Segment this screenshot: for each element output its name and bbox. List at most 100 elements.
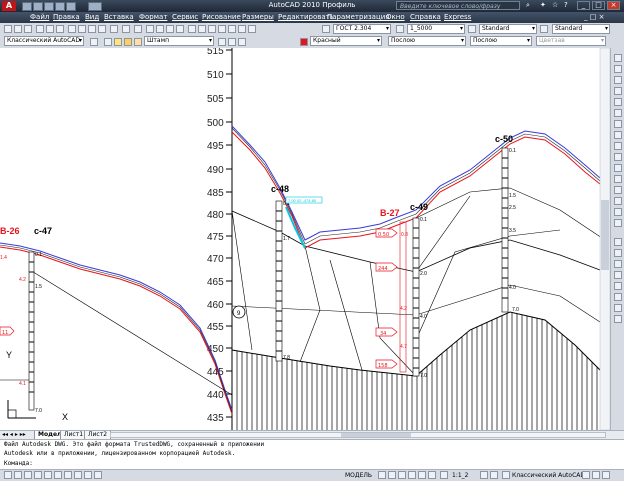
- zoom-previous-icon[interactable]: [176, 25, 184, 33]
- color-select[interactable]: Красный: [310, 36, 382, 46]
- layer-tool-icon[interactable]: [614, 304, 622, 312]
- menu-modify[interactable]: Редактировать: [278, 13, 334, 21]
- menu-help[interactable]: Справка: [410, 13, 441, 21]
- cut-icon[interactable]: [68, 25, 76, 33]
- move-icon[interactable]: [614, 109, 622, 117]
- extend-icon[interactable]: [614, 164, 622, 172]
- table-style-icon[interactable]: [468, 25, 476, 33]
- break-icon[interactable]: [614, 175, 622, 183]
- quickcalc-icon[interactable]: [238, 25, 246, 33]
- horizontal-scrollbar[interactable]: [110, 432, 606, 438]
- linetype-select[interactable]: Послою: [388, 36, 466, 46]
- steering-wheel-icon[interactable]: [418, 471, 426, 479]
- layer-freeze-icon[interactable]: [124, 38, 132, 46]
- status-toggle-icon[interactable]: [44, 471, 52, 479]
- zoom-realtime-icon[interactable]: [156, 25, 164, 33]
- layer-previous-icon[interactable]: [228, 38, 236, 46]
- annotation-visibility-icon[interactable]: [480, 471, 488, 479]
- close-button[interactable]: ×: [607, 1, 620, 10]
- layer-tool-icon[interactable]: [614, 271, 622, 279]
- paste-icon[interactable]: [88, 25, 96, 33]
- scrollbar-thumb[interactable]: [601, 200, 609, 270]
- layer-tool-icon[interactable]: [614, 249, 622, 257]
- sheet-set-icon[interactable]: [218, 25, 226, 33]
- dim-style-icon[interactable]: [396, 25, 404, 33]
- redo-icon[interactable]: [134, 25, 142, 33]
- annotation-scale-icon[interactable]: [440, 471, 448, 479]
- scale-icon[interactable]: [614, 131, 622, 139]
- layer-tool-icon[interactable]: [614, 293, 622, 301]
- tool-palettes-icon[interactable]: [208, 25, 216, 33]
- dim-style-select[interactable]: 1_5000: [407, 24, 465, 34]
- status-toggle-icon[interactable]: [94, 471, 102, 479]
- layer-on-icon[interactable]: [114, 38, 122, 46]
- annotation-scale-value[interactable]: 1:1_2: [452, 472, 468, 479]
- copy-icon[interactable]: [78, 25, 86, 33]
- design-center-icon[interactable]: [198, 25, 206, 33]
- table-style-select[interactable]: Standard: [479, 24, 537, 34]
- menu-edit[interactable]: Правка: [53, 13, 80, 21]
- layer-tool-icon[interactable]: [614, 282, 622, 290]
- array-icon[interactable]: [614, 98, 622, 106]
- layer-states-icon[interactable]: [238, 38, 246, 46]
- markup-icon[interactable]: [228, 25, 236, 33]
- stretch-icon[interactable]: [614, 142, 622, 150]
- status-toggle-icon[interactable]: [64, 471, 72, 479]
- preview-icon[interactable]: [46, 25, 54, 33]
- explode-icon[interactable]: [614, 219, 622, 227]
- menu-dimension[interactable]: Размеры: [242, 13, 274, 21]
- offset-icon[interactable]: [614, 87, 622, 95]
- layer-tool-icon[interactable]: [614, 260, 622, 268]
- status-toggle-icon[interactable]: [84, 471, 92, 479]
- text-style-select[interactable]: ГОСТ 2.304: [333, 24, 391, 34]
- join-icon[interactable]: [614, 186, 622, 194]
- workspace-select[interactable]: Классический AutoCAD: [4, 36, 84, 46]
- multileader-style-select[interactable]: Standard: [552, 24, 610, 34]
- menu-window[interactable]: Окно: [386, 13, 405, 21]
- help-icon[interactable]: ?: [564, 1, 573, 10]
- rotate-icon[interactable]: [614, 120, 622, 128]
- drawing-canvas[interactable]: 515 510 505 500 495 490 485 480 475 470 …: [0, 48, 610, 430]
- menu-express[interactable]: Express: [444, 13, 471, 21]
- status-toggle-icon[interactable]: [34, 471, 42, 479]
- pan-icon[interactable]: [398, 471, 406, 479]
- menu-insert[interactable]: Вставка: [104, 13, 134, 21]
- zoom-window-icon[interactable]: [166, 25, 174, 33]
- scrollbar-thumb[interactable]: [341, 433, 411, 437]
- lineweight-select[interactable]: Послою: [470, 36, 532, 46]
- plot-icon[interactable]: [36, 25, 44, 33]
- workspace-settings-icon[interactable]: [90, 38, 98, 46]
- menu-tools[interactable]: Сервис: [172, 13, 198, 21]
- tab-nav-arrows[interactable]: ◂◂ ◂ ▸ ▸▸: [2, 431, 26, 438]
- multileader-style-icon[interactable]: [540, 25, 548, 33]
- command-prompt[interactable]: Команда:: [4, 460, 33, 467]
- fillet-icon[interactable]: [614, 208, 622, 216]
- layer-select[interactable]: Штамп: [144, 36, 214, 46]
- model-space-label[interactable]: МОДЕЛЬ: [345, 472, 372, 479]
- properties-icon[interactable]: [188, 25, 196, 33]
- clean-screen-icon[interactable]: [602, 471, 610, 479]
- workspace-label[interactable]: Классический AutoCAD: [512, 472, 585, 479]
- make-current-layer-icon[interactable]: [218, 38, 226, 46]
- layer-tool-icon[interactable]: [614, 315, 622, 323]
- menu-draw[interactable]: Рисование: [202, 13, 241, 21]
- mirror-icon[interactable]: [614, 76, 622, 84]
- binoculars-icon[interactable]: ⌕: [526, 1, 535, 10]
- status-toggle-icon[interactable]: [4, 471, 12, 479]
- erase-icon[interactable]: [614, 54, 622, 62]
- open-icon[interactable]: [14, 25, 22, 33]
- zoom-icon[interactable]: [408, 471, 416, 479]
- communication-icon[interactable]: ☆: [552, 1, 561, 10]
- subscription-icon[interactable]: ✦: [540, 1, 549, 10]
- status-toggle-icon[interactable]: [14, 471, 22, 479]
- help-icon[interactable]: [248, 25, 256, 33]
- match-properties-icon[interactable]: [98, 25, 106, 33]
- maximize-button[interactable]: □: [592, 1, 605, 10]
- publish-icon[interactable]: [56, 25, 64, 33]
- menu-file[interactable]: Файл: [30, 13, 49, 21]
- minimize-button[interactable]: _: [577, 1, 590, 10]
- status-toggle-icon[interactable]: [74, 471, 82, 479]
- text-style-icon[interactable]: [322, 25, 330, 33]
- auto-scale-icon[interactable]: [490, 471, 498, 479]
- menu-format[interactable]: Формат: [139, 13, 167, 21]
